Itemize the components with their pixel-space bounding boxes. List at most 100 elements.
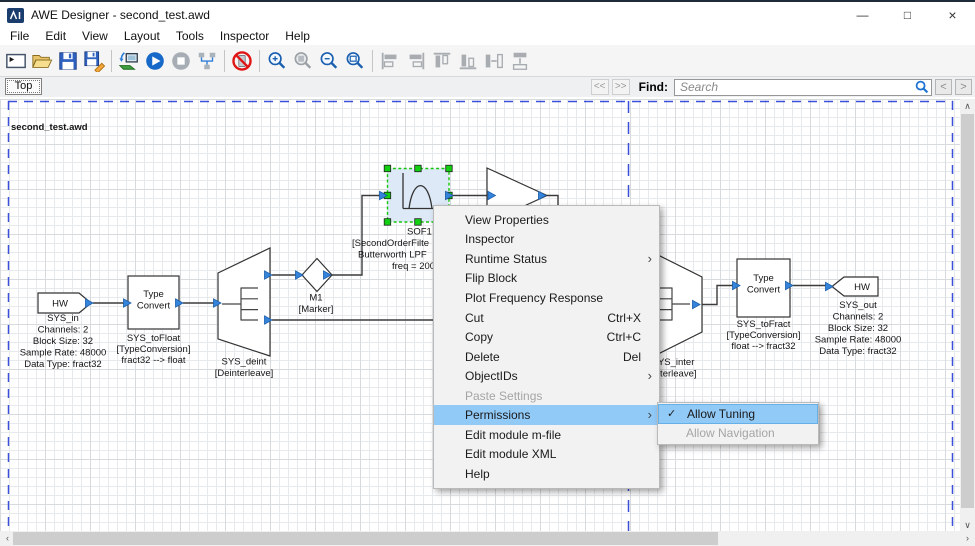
align-right-icon[interactable] bbox=[403, 48, 429, 74]
menu-item-edit-module-xml[interactable]: Edit module XML bbox=[434, 445, 659, 465]
menu-tools[interactable]: Tools bbox=[168, 28, 212, 45]
menu-item-runtime-status[interactable]: Runtime Status› bbox=[434, 249, 659, 269]
zoom-fit-icon[interactable] bbox=[342, 48, 368, 74]
menu-view[interactable]: View bbox=[74, 28, 116, 45]
svg-text:[TypeConversion]: [TypeConversion] bbox=[727, 330, 801, 341]
svg-text:Convert: Convert bbox=[747, 285, 781, 296]
pin bbox=[826, 282, 834, 290]
block-deinterleave-caption: SYS_deint [Deinterleave] bbox=[215, 357, 274, 380]
zoom-out-icon[interactable] bbox=[316, 48, 342, 74]
find-bar: << >> Find: < > bbox=[591, 78, 972, 96]
svg-text:SYS_toFract: SYS_toFract bbox=[737, 319, 791, 330]
block-type-convert-in-caption: SYS_toFloat [TypeConversion] fract32 -->… bbox=[117, 333, 191, 366]
menu-item-cut[interactable]: CutCtrl+X bbox=[434, 308, 659, 328]
vertical-scrollbar[interactable]: ∧ ∨ bbox=[960, 99, 975, 533]
open-file-icon[interactable] bbox=[29, 48, 55, 74]
propagate-changes-icon[interactable] bbox=[194, 48, 220, 74]
tab-top[interactable]: Top bbox=[5, 78, 42, 95]
svg-text:Block Size: 32: Block Size: 32 bbox=[828, 323, 888, 334]
svg-text:Channels: 2: Channels: 2 bbox=[38, 325, 89, 336]
svg-text:Type: Type bbox=[143, 289, 164, 300]
svg-text:fract32 --> float: fract32 --> float bbox=[121, 355, 186, 366]
submenu-item-allow-tuning[interactable]: ✓ Allow Tuning bbox=[658, 404, 818, 424]
shortcut-label: Del bbox=[623, 350, 652, 364]
find-label: Find: bbox=[639, 80, 668, 94]
toolbar-separator bbox=[372, 50, 373, 72]
stop-icon[interactable] bbox=[168, 48, 194, 74]
menu-help[interactable]: Help bbox=[277, 28, 318, 45]
menu-layout[interactable]: Layout bbox=[116, 28, 168, 45]
toolbar-separator bbox=[111, 50, 112, 72]
pin bbox=[539, 191, 547, 199]
pin bbox=[296, 271, 304, 279]
tab-bar: Top << >> Find: < > bbox=[0, 77, 975, 97]
build-and-connect-icon[interactable] bbox=[116, 48, 142, 74]
svg-text:freq = 200: freq = 200 bbox=[392, 261, 435, 272]
svg-text:float --> fract32: float --> fract32 bbox=[731, 341, 795, 352]
find-prev-button[interactable]: < bbox=[935, 79, 952, 95]
svg-text:Convert: Convert bbox=[137, 301, 171, 312]
submenu-arrow-icon: › bbox=[648, 371, 652, 381]
block-marker-m1-caption: M1 [Marker] bbox=[299, 293, 334, 316]
menu-item-view-properties[interactable]: View Properties bbox=[434, 210, 659, 230]
menu-item-plot-frequency-response[interactable]: Plot Frequency Response bbox=[434, 288, 659, 308]
play-icon[interactable] bbox=[142, 48, 168, 74]
svg-text:[TypeConversion]: [TypeConversion] bbox=[117, 344, 191, 355]
search-input[interactable] bbox=[674, 79, 932, 96]
svg-text:[Deinterleave]: [Deinterleave] bbox=[215, 368, 274, 379]
menu-item-edit-module-m-file[interactable]: Edit module m-file bbox=[434, 425, 659, 445]
menu-item-flip-block[interactable]: Flip Block bbox=[434, 269, 659, 289]
menu-edit[interactable]: Edit bbox=[37, 28, 74, 45]
distribute-vertical-icon[interactable] bbox=[507, 48, 533, 74]
vertical-scroll-thumb[interactable] bbox=[961, 114, 974, 508]
block-hw-in-caption: SYS_in Channels: 2 Block Size: 32 Sample… bbox=[20, 313, 107, 370]
menu-item-permissions[interactable]: Permissions› bbox=[434, 405, 659, 425]
find-next-button[interactable]: > bbox=[955, 79, 972, 95]
zoom-actual-icon[interactable] bbox=[290, 48, 316, 74]
titlebar[interactable]: AWE Designer - second_test.awd — □ × bbox=[0, 2, 975, 28]
distribute-horizontal-icon[interactable] bbox=[481, 48, 507, 74]
menu-item-inspector[interactable]: Inspector bbox=[434, 230, 659, 250]
svg-text:Data Type: fract32: Data Type: fract32 bbox=[819, 346, 896, 357]
new-design-icon[interactable] bbox=[3, 48, 29, 74]
checkmark-icon: ✓ bbox=[667, 407, 676, 420]
toolbar-separator bbox=[224, 50, 225, 72]
align-top-icon[interactable] bbox=[429, 48, 455, 74]
horizontal-scroll-thumb[interactable] bbox=[13, 532, 718, 545]
svg-text:HW: HW bbox=[52, 299, 68, 310]
menu-item-objectids[interactable]: ObjectIDs› bbox=[434, 366, 659, 386]
close-button[interactable]: × bbox=[930, 2, 975, 28]
save-file-as-icon[interactable] bbox=[81, 48, 107, 74]
scroll-right-icon[interactable]: › bbox=[960, 531, 975, 546]
menu-item-help[interactable]: Help bbox=[434, 464, 659, 484]
save-file-icon[interactable] bbox=[55, 48, 81, 74]
block-hw-in[interactable]: HW bbox=[38, 293, 91, 313]
block-hw-out[interactable]: HW bbox=[832, 277, 878, 296]
find-next-all-button[interactable]: >> bbox=[612, 79, 630, 95]
align-left-icon[interactable] bbox=[377, 48, 403, 74]
align-bottom-icon[interactable] bbox=[455, 48, 481, 74]
scroll-up-icon[interactable]: ∧ bbox=[960, 99, 975, 114]
menu-inspector[interactable]: Inspector bbox=[212, 28, 277, 45]
maximize-button[interactable]: □ bbox=[885, 2, 930, 28]
svg-text:Channels: 2: Channels: 2 bbox=[833, 312, 884, 323]
find-prev-all-button[interactable]: << bbox=[591, 79, 609, 95]
no-hardware-icon[interactable] bbox=[229, 48, 255, 74]
svg-text:[Marker]: [Marker] bbox=[299, 304, 334, 315]
window-title: AWE Designer - second_test.awd bbox=[31, 8, 210, 22]
block-type-convert-in[interactable]: Type Convert bbox=[128, 276, 179, 329]
svg-text:HW: HW bbox=[854, 282, 870, 293]
zoom-in-icon[interactable] bbox=[264, 48, 290, 74]
block-deinterleave[interactable] bbox=[218, 248, 270, 356]
wire[interactable] bbox=[331, 196, 380, 276]
svg-text:Sample Rate: 48000: Sample Rate: 48000 bbox=[20, 348, 107, 359]
menu-item-delete[interactable]: DeleteDel bbox=[434, 347, 659, 367]
menu-file[interactable]: File bbox=[2, 28, 37, 45]
menu-item-copy[interactable]: CopyCtrl+C bbox=[434, 327, 659, 347]
wire[interactable] bbox=[700, 286, 733, 305]
svg-text:SOF1: SOF1 bbox=[407, 227, 432, 238]
block-type-convert-out[interactable]: Type Convert bbox=[737, 259, 790, 317]
minimize-button[interactable]: — bbox=[840, 2, 885, 28]
toolbar-separator bbox=[259, 50, 260, 72]
horizontal-scrollbar[interactable]: ‹ › bbox=[0, 531, 975, 546]
